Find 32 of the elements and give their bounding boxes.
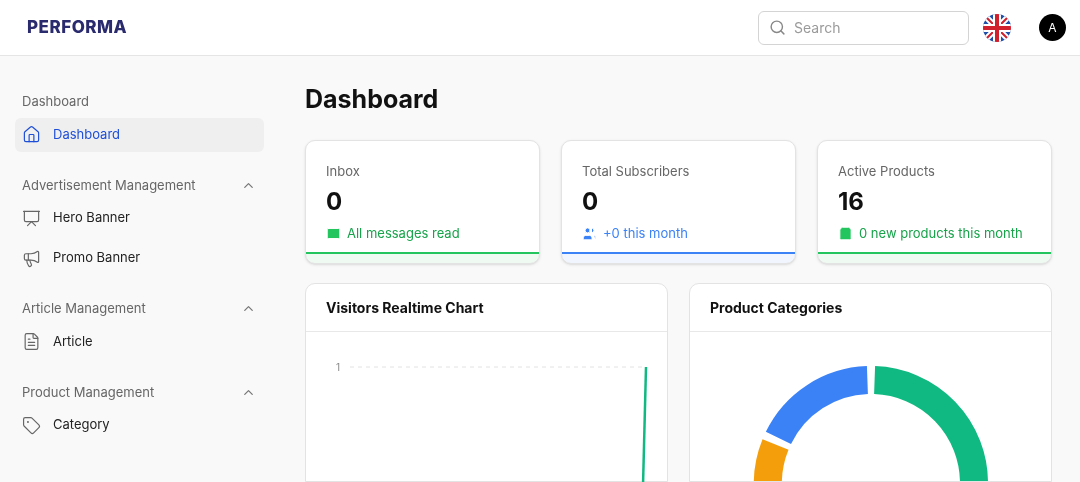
- stat-label: Total Subscribers: [582, 162, 691, 181]
- sidebar-item[interactable]: Dashboard: [15, 117, 264, 152]
- stat-note: 0 new products this month: [859, 223, 1023, 243]
- megaphone-icon: [22, 248, 41, 268]
- chart-title: Product Categories: [710, 298, 843, 318]
- sidebar-item[interactable]: Promo Banner: [15, 241, 264, 275]
- sidebar-section-title: Article Management: [22, 299, 146, 318]
- sidebar-section-title: Product Management: [22, 382, 155, 402]
- home-icon: [22, 125, 41, 144]
- sidebar-item[interactable]: Article: [15, 324, 264, 359]
- search-field[interactable]: Search: [758, 10, 969, 45]
- stat-label: Active Products: [838, 162, 936, 181]
- stat-note: All messages read: [347, 223, 460, 243]
- axis-tick-label: 1: [336, 360, 341, 375]
- avatar[interactable]: A: [1039, 14, 1066, 41]
- stat-value: 0: [326, 185, 344, 218]
- presentation-board-icon: [22, 208, 41, 228]
- document-icon: [22, 332, 41, 351]
- stat-value: 16: [838, 185, 865, 218]
- tag-icon: [22, 415, 41, 435]
- stat-note: +0 this month: [603, 223, 688, 243]
- stat-value: 0: [582, 185, 600, 218]
- page-title: Dashboard: [305, 83, 440, 116]
- sidebar-item[interactable]: Category: [15, 408, 264, 442]
- search-icon: [769, 18, 786, 36]
- sidebar-item[interactable]: Hero Banner: [15, 201, 264, 235]
- logo: PERFORMA: [27, 15, 128, 39]
- sidebar-section-title: Advertisement Management: [22, 175, 196, 195]
- stat-label: Inbox: [326, 162, 361, 181]
- chart-title: Visitors Realtime Chart: [326, 298, 484, 318]
- sidebar-section-title: Dashboard: [22, 92, 90, 111]
- union-jack-flag-icon[interactable]: [983, 13, 1011, 42]
